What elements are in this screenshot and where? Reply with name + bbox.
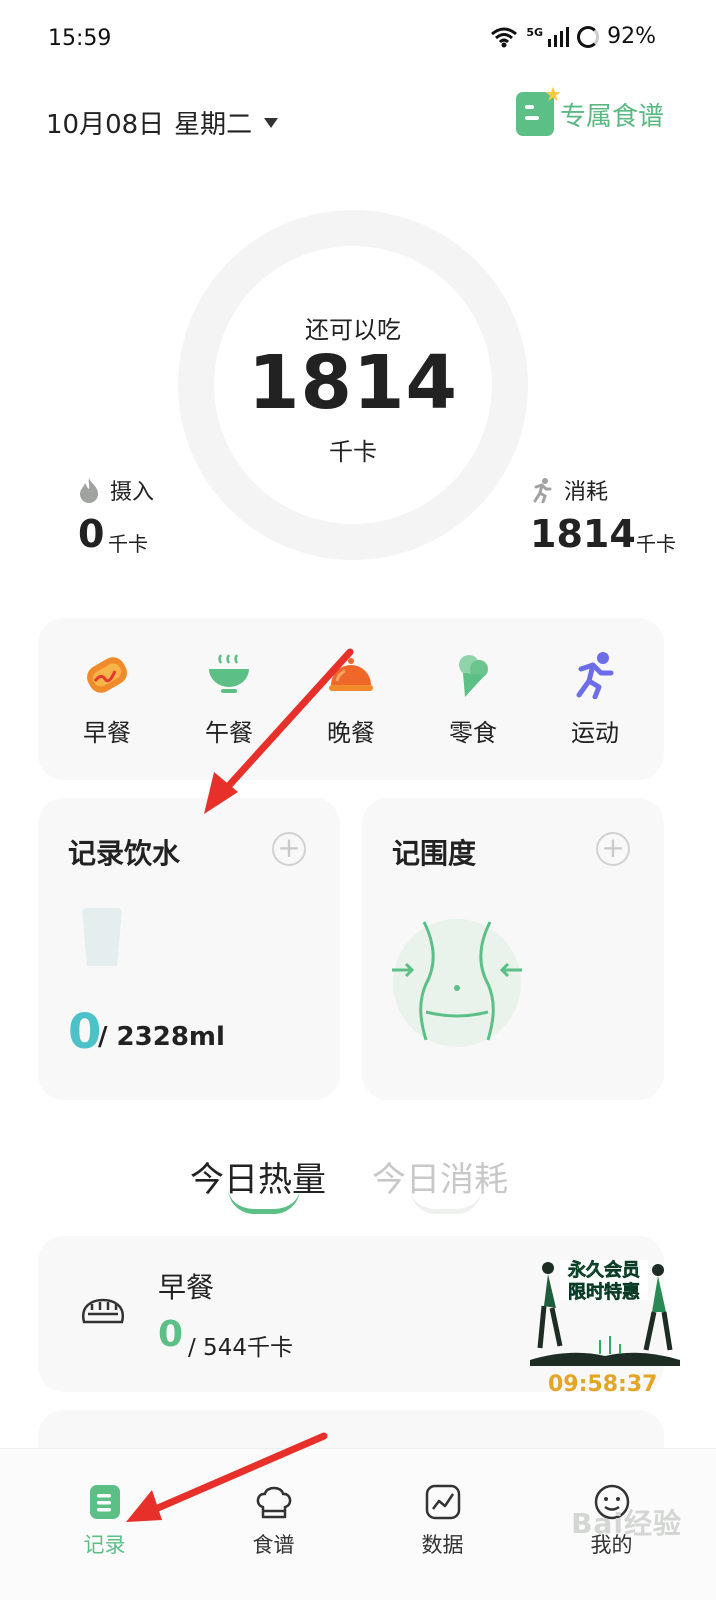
chef-hat-icon bbox=[256, 1486, 291, 1519]
meal-exercise-button[interactable]: 运动 bbox=[545, 651, 645, 748]
meal-breakfast-button[interactable]: 早餐 bbox=[57, 651, 157, 748]
breakfast-target: / 544千卡 bbox=[188, 1335, 293, 1361]
date-text: 10月08日 bbox=[46, 110, 165, 140]
girth-card-title: 记围度 bbox=[392, 837, 477, 870]
promo-countdown: 09:58:37 bbox=[548, 1372, 658, 1397]
burn-value: 1814 bbox=[530, 512, 636, 556]
breakfast-value: 0 bbox=[158, 1314, 184, 1355]
promo-line2: 限时特惠 bbox=[568, 1281, 640, 1303]
water-record-card[interactable]: 记录饮水 + 0 / 2328ml bbox=[38, 798, 340, 1100]
bread-icon bbox=[81, 1298, 125, 1324]
watermark: Bai经验 bbox=[571, 1507, 682, 1540]
girth-record-card[interactable]: 记围度 + bbox=[362, 798, 664, 1100]
flame-icon bbox=[80, 478, 98, 503]
caret-down-icon bbox=[264, 117, 279, 128]
exclusive-recipe-button[interactable]: ★ 专属食谱 bbox=[515, 82, 664, 136]
meal-exercise-label: 运动 bbox=[571, 718, 619, 747]
meal-snack-button[interactable]: 零食 bbox=[423, 651, 523, 748]
date-selector[interactable]: 10月08日 星期二 bbox=[46, 104, 279, 141]
water-target: / 2328ml bbox=[98, 1022, 225, 1052]
cloche-icon bbox=[329, 657, 373, 691]
running-icon bbox=[533, 478, 552, 503]
intake-label-row: 摄入 bbox=[78, 474, 154, 506]
add-water-button[interactable]: + bbox=[272, 832, 306, 866]
weekday-text: 星期二 bbox=[174, 110, 253, 140]
meal-shortcut-card: 早餐 午餐 晚餐 零食 运动 bbox=[38, 618, 664, 780]
bowl-icon bbox=[209, 653, 249, 693]
meal-lunch-label: 午餐 bbox=[205, 718, 253, 747]
ice-cream-icon bbox=[459, 654, 488, 697]
waist-measure-icon bbox=[392, 919, 522, 1047]
inactive-tab-indicator bbox=[410, 1188, 482, 1214]
nav-data[interactable]: 数据 bbox=[383, 1481, 503, 1600]
status-time: 15:59 bbox=[48, 26, 112, 51]
add-girth-button[interactable]: + bbox=[596, 832, 630, 866]
water-cup-icon bbox=[82, 908, 122, 966]
wifi-icon bbox=[491, 27, 518, 47]
water-value: 0 bbox=[68, 1004, 102, 1060]
nav-record[interactable]: 记录 bbox=[45, 1481, 165, 1600]
remaining-calories: 1814 bbox=[248, 340, 458, 426]
burn-label-row: 消耗 bbox=[530, 474, 608, 506]
record-icon bbox=[89, 1485, 120, 1519]
hotdog-icon bbox=[87, 656, 127, 693]
meal-dinner-button[interactable]: 晚餐 bbox=[301, 651, 401, 748]
meal-dinner-label: 晚餐 bbox=[327, 718, 375, 747]
intake-value: 0 bbox=[78, 512, 105, 556]
intake-label: 摄入 bbox=[110, 480, 155, 505]
chart-icon bbox=[425, 1484, 460, 1520]
nav-recipes[interactable]: 食谱 bbox=[214, 1481, 334, 1600]
active-tab-indicator bbox=[228, 1188, 300, 1214]
nav-recipes-label: 食谱 bbox=[252, 1533, 295, 1557]
breakfast-title: 早餐 bbox=[158, 1271, 215, 1304]
network-type: 5G bbox=[526, 26, 544, 39]
nav-record-label: 记录 bbox=[83, 1533, 126, 1557]
remaining-unit: 千卡 bbox=[329, 438, 377, 466]
battery-level: 92% bbox=[607, 24, 656, 49]
battery-icon bbox=[577, 25, 600, 48]
water-card-title: 记录饮水 bbox=[68, 837, 181, 870]
signal-icon bbox=[548, 26, 570, 47]
intake-unit: 千卡 bbox=[108, 532, 148, 556]
meal-lunch-button[interactable]: 午餐 bbox=[179, 651, 279, 748]
recipe-icon: ★ bbox=[515, 82, 562, 136]
promo-line1: 永久会员 bbox=[567, 1259, 640, 1281]
burn-unit: 千卡 bbox=[636, 532, 676, 556]
runner-icon bbox=[576, 651, 614, 699]
recipe-link-label: 专属食谱 bbox=[559, 101, 664, 132]
meal-breakfast-label: 早餐 bbox=[83, 718, 131, 747]
status-icons: 5G 92% bbox=[490, 24, 656, 49]
vip-promo-badge[interactable]: 永久会员 限时特惠 bbox=[530, 1256, 680, 1368]
meal-snack-label: 零食 bbox=[449, 718, 497, 747]
nav-data-label: 数据 bbox=[421, 1533, 464, 1557]
burn-label: 消耗 bbox=[564, 480, 609, 505]
